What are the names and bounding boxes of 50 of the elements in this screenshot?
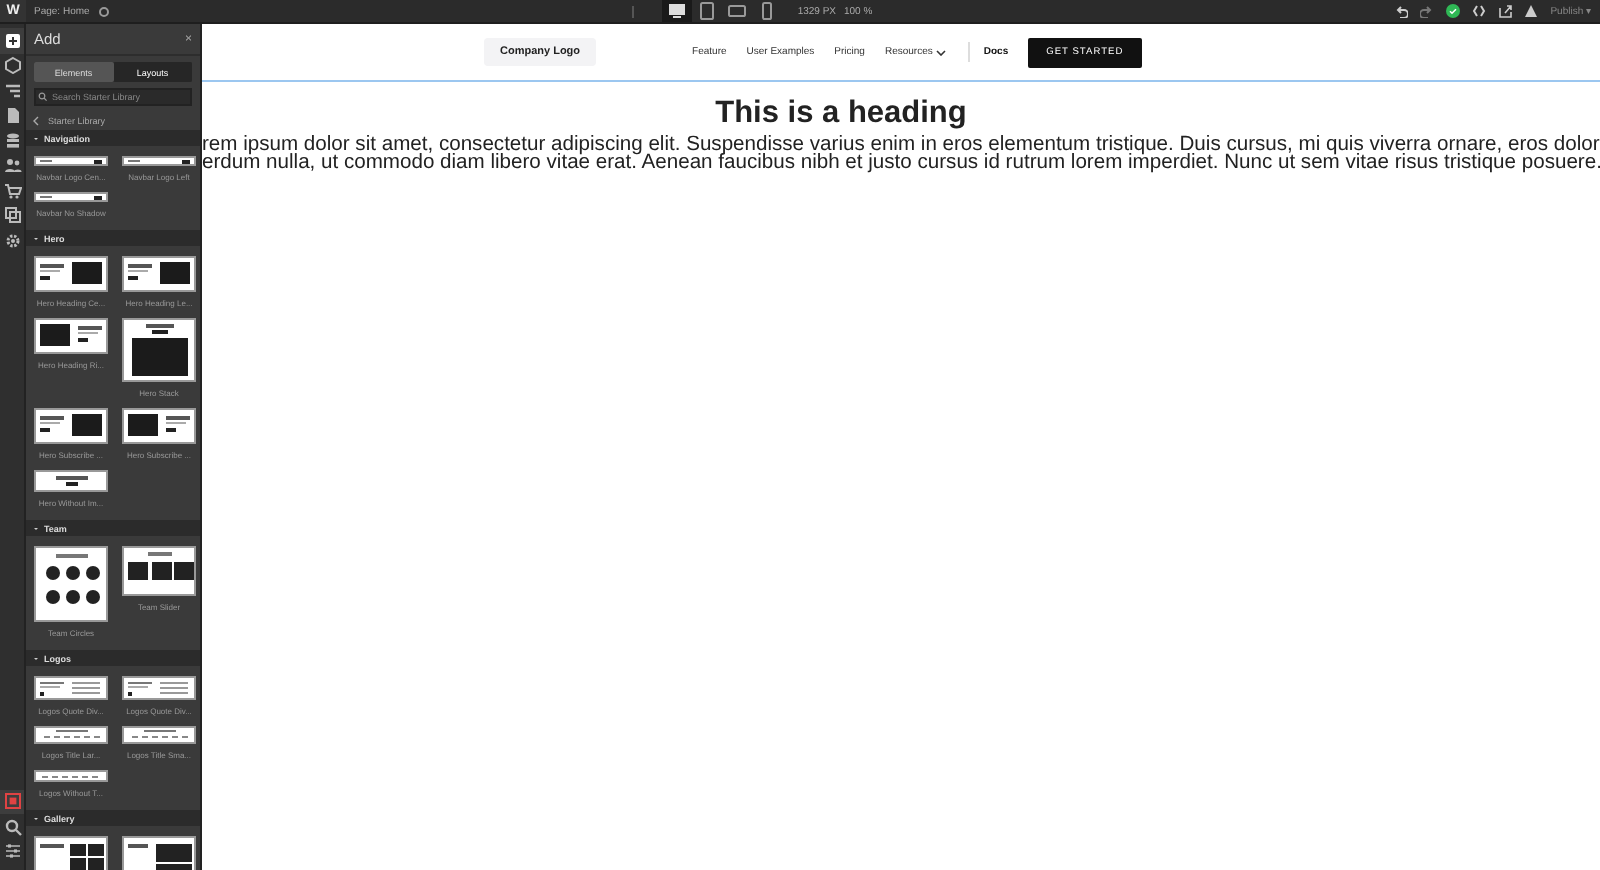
sidebar-tool-button[interactable]	[0, 53, 24, 78]
paragraph-line: rem ipsum dolor sit amet, consectetur adipiscing elit. Suspendisse varius enim in eros elementum tristique. Duis cursus, mi quis viverra ornare, eros dolor	[202, 138, 1600, 155]
template-thumbnail[interactable]	[34, 256, 108, 292]
desktop-icon	[667, 2, 686, 20]
stop-icon	[3, 792, 21, 811]
template-thumbnail[interactable]	[122, 408, 196, 444]
template-thumbnail[interactable]	[34, 408, 108, 444]
sliders-icon	[3, 842, 21, 861]
export-icon[interactable]	[1498, 4, 1513, 18]
phone-icon	[757, 2, 776, 20]
sidebar-tool-button[interactable]	[0, 814, 24, 839]
page-icon	[3, 106, 21, 125]
tablet-icon	[697, 2, 716, 20]
database-icon	[3, 131, 21, 150]
template-thumbnail[interactable]	[122, 676, 196, 700]
template-thumbnail[interactable]	[122, 256, 196, 292]
sidebar-tool-button[interactable]	[0, 839, 24, 864]
template-thumbnail[interactable]	[34, 192, 108, 202]
plus-icon	[3, 31, 21, 50]
template-thumbnail[interactable]	[34, 546, 108, 622]
sidebar-tool-button[interactable]	[0, 153, 24, 178]
page-heading: This is a heading	[713, 96, 969, 132]
template-thumbnail[interactable]	[34, 156, 108, 166]
code-icon[interactable]	[1472, 4, 1487, 18]
template-thumbnail[interactable]	[122, 546, 196, 596]
template-thumbnail[interactable]	[122, 156, 196, 166]
sidebar-tool-button[interactable]	[0, 28, 24, 53]
template-thumbnail[interactable]	[34, 470, 108, 492]
check-icon[interactable]	[1446, 4, 1461, 18]
landscape-icon	[727, 2, 746, 20]
template-thumbnail[interactable]	[34, 770, 108, 782]
breakpoint-button[interactable]	[661, 0, 692, 22]
sidebar-tool-button[interactable]	[0, 178, 24, 203]
images-icon	[3, 206, 21, 225]
template-thumbnail[interactable]	[34, 676, 108, 700]
search-icon	[38, 92, 48, 102]
template-thumbnail[interactable]	[122, 726, 196, 744]
undo-icon[interactable]	[1394, 4, 1409, 18]
template-thumbnail[interactable]	[122, 318, 196, 382]
search-icon	[3, 817, 21, 836]
template-thumbnail[interactable]	[34, 318, 108, 354]
paragraph-line: erdum nulla, ut commodo diam libero vitae erat. Aenean faucibus nibh et justo cursus id rutrum lorem imperdiet. Nunc ut sem vitae risus tristique posuere.	[202, 155, 1600, 172]
layers-icon	[3, 81, 21, 100]
users-icon	[3, 156, 21, 175]
chevron-down-icon	[936, 49, 947, 55]
sidebar-tool-button[interactable]	[0, 203, 24, 228]
template-thumbnail[interactable]	[34, 726, 108, 744]
cube-icon	[3, 56, 21, 75]
cart-icon	[3, 181, 21, 200]
redo-icon[interactable]	[1420, 4, 1435, 18]
